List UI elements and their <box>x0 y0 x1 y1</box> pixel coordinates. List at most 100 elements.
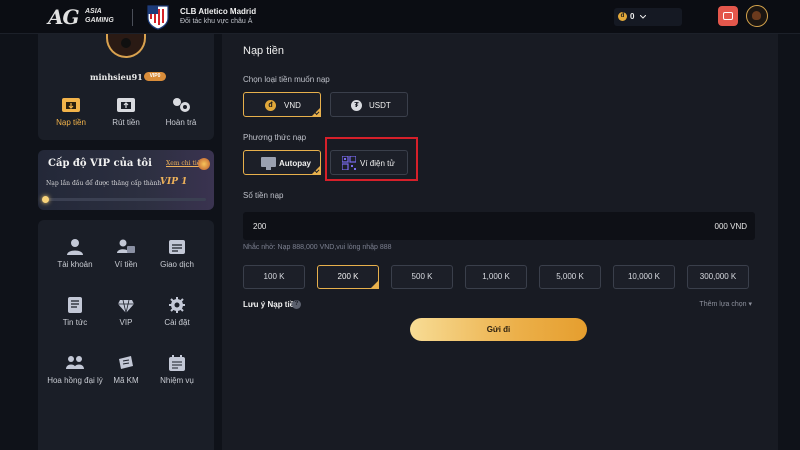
user-avatar-button[interactable] <box>746 5 768 27</box>
autopay-monitor-icon <box>261 157 276 170</box>
vip-level-card: Cấp độ VIP của tôi Xem chi tiết Nạp lần … <box>38 150 214 210</box>
menu-item-label: Mã KM <box>113 376 139 385</box>
quick-amount-label: 500 K <box>411 272 433 281</box>
atletico-crest-icon <box>147 5 169 30</box>
quick-amount-label: 100 K <box>263 272 285 281</box>
deposit-action[interactable]: Nạp tiền <box>46 96 96 127</box>
deposit-note-label: Lưu ý Nạp tiền <box>243 300 300 309</box>
more-options-toggle[interactable]: Thêm lựa chọn ▾ <box>699 300 752 308</box>
username: minhsieu91 <box>90 72 143 82</box>
help-question-icon[interactable]: ? <box>292 300 301 309</box>
method-option-label: Autopay <box>279 159 311 168</box>
selected-check-icon <box>311 107 321 117</box>
amount-input[interactable]: 200 000 VND <box>243 212 755 240</box>
menu-item-vip[interactable]: VIP <box>97 296 155 327</box>
page-title: Nạp tiền <box>243 45 284 57</box>
menu-item-missions[interactable]: Nhiệm vụ <box>148 354 206 385</box>
deposit-panel: Nạp tiền Chọn loại tiền muốn nạp đ VND ₮… <box>222 34 778 450</box>
submit-button[interactable]: Gửi đi <box>410 318 587 341</box>
rebate-action[interactable]: Hoàn trả <box>156 96 206 127</box>
rebate-icon <box>173 98 190 112</box>
method-option-autopay[interactable]: Autopay <box>243 150 321 175</box>
logo-line-1: ASIA <box>85 8 102 15</box>
news-icon <box>68 297 82 313</box>
vip-next-level: VIP 1 <box>160 177 188 187</box>
usdt-coin-icon: ₮ <box>351 100 362 111</box>
promo-code-icon <box>119 356 133 369</box>
menu-item-label: Tài khoản <box>57 260 93 269</box>
withdraw-action-label: Rút tiền <box>112 118 140 127</box>
currency-section-label: Chọn loại tiền muốn nạp <box>243 75 330 84</box>
rebate-action-label: Hoàn trả <box>165 118 197 127</box>
quick-amount-1000k[interactable]: 1,000 K <box>465 265 527 289</box>
menu-item-label: Giao dịch <box>160 260 194 269</box>
menu-item-promo-code[interactable]: Mã KM <box>97 354 155 385</box>
menu-item-wallet[interactable]: Ví tiền <box>97 238 155 269</box>
deposit-hint: Nhắc nhở: Nạp 888,000 VND,vui lòng nhập … <box>243 244 392 251</box>
currency-option-vnd[interactable]: đ VND <box>243 92 321 117</box>
quick-amount-10000k[interactable]: 10,000 K <box>613 265 675 289</box>
vip-card-title: Cấp độ VIP của tôi <box>48 158 152 169</box>
vip-progress-marker <box>42 196 49 203</box>
quick-amount-label: 300,000 K <box>699 272 737 281</box>
menu-item-news[interactable]: Tin tức <box>46 296 104 327</box>
quick-amount-label: 5,000 K <box>556 272 584 281</box>
currency-option-usdt[interactable]: ₮ USDT <box>330 92 408 117</box>
vip-diamond-icon <box>118 299 134 314</box>
profile-avatar <box>106 34 146 58</box>
menu-item-settings[interactable]: Cài đặt <box>148 296 206 327</box>
logo-mark: AG <box>48 5 80 29</box>
balance-value: 0 <box>630 12 635 21</box>
vip-description: Nạp lần đầu để được thăng cấp thành <box>46 180 162 187</box>
deposit-action-label: Nạp tiền <box>56 118 86 127</box>
settings-gear-icon <box>169 297 185 313</box>
deposit-icon <box>62 98 80 112</box>
club-name: CLB Atletico Madrid <box>180 7 257 16</box>
amount-unit: 000 VND <box>714 222 747 231</box>
menu-item-agent-commission[interactable]: Hoa hồng đại lý <box>46 354 104 385</box>
account-menu: Tài khoản Ví tiền Giao dịch Tin tức VIP … <box>38 220 214 450</box>
withdraw-icon <box>117 98 135 112</box>
method-section-label: Phương thức nạp <box>243 133 307 142</box>
chevron-down-icon <box>640 15 646 19</box>
header-divider <box>132 9 133 26</box>
mail-icon <box>723 12 733 20</box>
quick-amount-500k[interactable]: 500 K <box>391 265 453 289</box>
avatar-icon <box>752 11 761 20</box>
quick-amount-5000k[interactable]: 5,000 K <box>539 265 601 289</box>
transactions-icon <box>169 240 185 254</box>
menu-item-label: Hoa hồng đại lý <box>47 376 103 385</box>
profile-card: minhsieu91 VIP0 Nạp tiền Rút tiền Hoàn t… <box>38 34 214 140</box>
account-icon <box>67 239 83 255</box>
selected-check-icon <box>370 280 379 289</box>
mailbox-button[interactable] <box>718 6 738 26</box>
vnd-coin-icon: đ <box>265 100 276 111</box>
more-options-label: Thêm lựa chọn <box>699 301 747 308</box>
club-subtitle: Đối tác khu vực châu Á <box>180 18 253 25</box>
agent-commission-icon <box>66 356 84 369</box>
quick-amount-300000k[interactable]: 300,000 K <box>687 265 749 289</box>
withdraw-action[interactable]: Rút tiền <box>101 96 151 127</box>
currency-option-label: VND <box>284 101 301 110</box>
caret-down-icon: ▾ <box>748 301 752 308</box>
quick-amount-100k[interactable]: 100 K <box>243 265 305 289</box>
quick-amount-200k[interactable]: 200 K <box>317 265 379 289</box>
logo-line-2: GAMING <box>85 17 114 24</box>
missions-icon <box>169 355 185 371</box>
menu-item-label: Cài đặt <box>164 318 190 327</box>
balance-display[interactable]: đ 0 <box>614 8 682 26</box>
menu-item-account[interactable]: Tài khoản <box>46 238 104 269</box>
quick-amount-label: 10,000 K <box>627 272 661 281</box>
menu-item-transactions[interactable]: Giao dịch <box>148 238 206 269</box>
top-header: AG ASIA GAMING CLB Atletico Madrid Đối t… <box>0 0 800 34</box>
quick-amount-label: 200 K <box>337 272 359 281</box>
coin-icon: đ <box>618 12 627 21</box>
vip-progress-bar <box>46 198 206 201</box>
wallet-icon <box>117 239 135 253</box>
menu-item-label: VIP <box>119 318 133 327</box>
menu-item-label: Ví tiền <box>114 260 138 269</box>
asia-gaming-logo[interactable]: AG ASIA GAMING <box>48 5 118 29</box>
vip-gem-icon <box>198 158 210 170</box>
selected-check-icon <box>311 165 321 175</box>
menu-item-label: Nhiệm vụ <box>160 376 194 385</box>
